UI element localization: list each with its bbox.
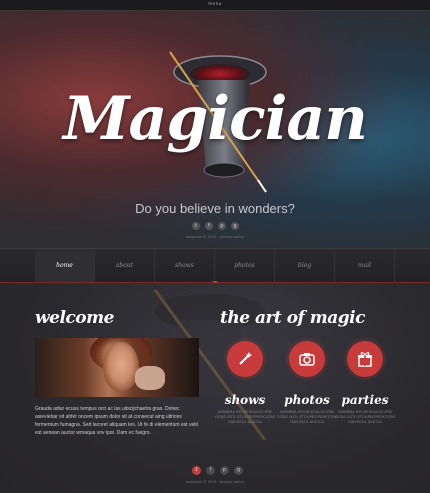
- feature-shows-text: EXPARMA HYCUR EGULSO IPSE OLTAS GOTL ETO…: [215, 410, 275, 424]
- feature-parties-text: EXPARMA HYCUR EGULSO IPSE OLTAS GOTL ETO…: [335, 410, 395, 424]
- googleplus-icon[interactable]: g: [231, 222, 239, 230]
- twitter-icon[interactable]: t: [192, 222, 200, 230]
- page: menu Magician Do you believe in wonders?…: [0, 0, 430, 493]
- feature-parties-circle[interactable]: [347, 341, 383, 377]
- nav-item-photos[interactable]: photos: [215, 249, 275, 283]
- nav-item-blog[interactable]: blog: [275, 249, 335, 283]
- hero-tagline: Do you believe in wonders?: [135, 201, 295, 216]
- feature-shows-circle[interactable]: [227, 341, 263, 377]
- top-bar: menu: [0, 0, 430, 11]
- welcome-text: Grauda adiur ecuus tempus orci ac las ui…: [35, 406, 198, 436]
- footer-copyright: magician © 2015 · privacy policy: [185, 480, 245, 484]
- hero-banner: menu Magician Do you believe in wonders?…: [0, 0, 430, 248]
- feature-photos-circle[interactable]: [289, 341, 325, 377]
- camera-icon: [299, 353, 315, 366]
- hero-title: Magician: [63, 84, 368, 154]
- photo-hand: [135, 366, 165, 390]
- nav-item-about[interactable]: about: [95, 249, 155, 283]
- googleplus-icon[interactable]: g: [234, 466, 243, 475]
- facebook-icon[interactable]: f: [206, 466, 215, 475]
- nav-item-mail[interactable]: mail: [335, 249, 395, 283]
- main-nav: home about shows photos blog mail: [0, 248, 430, 284]
- magician-photo: [35, 338, 199, 397]
- gift-icon: [358, 352, 372, 367]
- hero-copyright: magician © 2015 · privacy policy: [185, 235, 245, 239]
- nav-item-shows[interactable]: shows: [155, 249, 215, 283]
- welcome-heading: welcome: [35, 308, 114, 328]
- feature-shows[interactable]: shows EXPARMA HYCUR EGULSO IPSE OLTAS GO…: [215, 341, 275, 425]
- pinterest-icon[interactable]: p: [218, 222, 226, 230]
- feature-parties-label[interactable]: parties: [335, 393, 395, 407]
- facebook-icon[interactable]: f: [205, 222, 213, 230]
- nav-item-home[interactable]: home: [35, 249, 95, 283]
- art-of-magic-heading: the art of magic: [220, 308, 365, 328]
- feature-photos-text: EXPARMA HYCUR EGULSO IPSE OLTAS GOTL ETO…: [277, 410, 337, 424]
- feature-photos-label[interactable]: photos: [277, 393, 337, 407]
- feature-shows-label[interactable]: shows: [215, 393, 275, 407]
- menu-toggle[interactable]: menu: [0, 1, 430, 6]
- feature-parties[interactable]: parties EXPARMA HYCUR EGULSO IPSE OLTAS …: [335, 341, 395, 425]
- twitter-icon[interactable]: t: [192, 466, 201, 475]
- feature-photos[interactable]: photos EXPARMA HYCUR EGULSO IPSE OLTAS G…: [277, 341, 337, 425]
- footer-social-links: t f p g: [192, 466, 243, 475]
- photo-face: [103, 342, 139, 392]
- hero-social-links: t f p g: [192, 222, 239, 230]
- pinterest-icon[interactable]: p: [220, 466, 229, 475]
- wand-icon: [239, 352, 252, 365]
